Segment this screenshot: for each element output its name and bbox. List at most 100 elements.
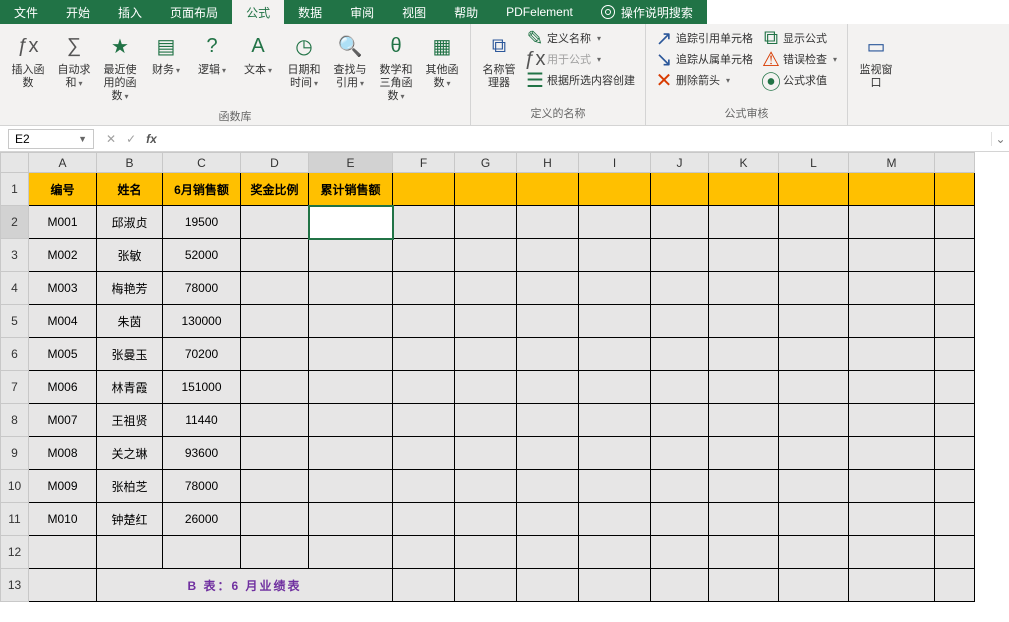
fx-icon[interactable]: fx <box>146 132 157 146</box>
row-header[interactable]: 11 <box>1 503 29 536</box>
cell[interactable] <box>579 569 651 602</box>
cell[interactable]: 编号 <box>29 173 97 206</box>
watch-window-button[interactable]: ▭ 监视窗口 <box>854 28 898 92</box>
cell[interactable] <box>517 272 579 305</box>
cell[interactable] <box>241 503 309 536</box>
cell[interactable] <box>849 338 935 371</box>
cell[interactable] <box>779 272 849 305</box>
cell[interactable] <box>709 239 779 272</box>
cell[interactable]: 钟楚红 <box>97 503 163 536</box>
cell[interactable] <box>241 338 309 371</box>
cell[interactable] <box>579 173 651 206</box>
cell[interactable] <box>309 437 393 470</box>
cell[interactable] <box>849 470 935 503</box>
cell[interactable] <box>779 470 849 503</box>
more-fn-button[interactable]: ▦ 其他函数 <box>420 28 464 92</box>
cell[interactable] <box>455 503 517 536</box>
cell[interactable] <box>579 470 651 503</box>
cell[interactable]: 11440 <box>163 404 241 437</box>
cell[interactable] <box>935 239 975 272</box>
cell[interactable] <box>455 239 517 272</box>
cell[interactable] <box>455 371 517 404</box>
cell[interactable]: 130000 <box>163 305 241 338</box>
tab-insert[interactable]: 插入 <box>104 0 156 24</box>
cell[interactable] <box>29 569 97 602</box>
col-header[interactable]: D <box>241 153 309 173</box>
cell[interactable] <box>393 371 455 404</box>
cell[interactable] <box>849 404 935 437</box>
cell[interactable] <box>455 437 517 470</box>
tab-formulas[interactable]: 公式 <box>232 0 284 24</box>
remove-arrows-button[interactable]: ✕ 删除箭头 <box>652 70 757 90</box>
cell[interactable] <box>935 338 975 371</box>
cell[interactable] <box>709 371 779 404</box>
cell[interactable] <box>651 173 709 206</box>
cell[interactable] <box>579 536 651 569</box>
cell[interactable] <box>579 206 651 239</box>
cell[interactable] <box>849 536 935 569</box>
table-title[interactable]: B 表：6 月业绩表 <box>97 569 393 602</box>
cell[interactable] <box>241 536 309 569</box>
cell[interactable] <box>779 569 849 602</box>
cell[interactable]: M007 <box>29 404 97 437</box>
math-button[interactable]: θ 数学和三角函数 <box>374 28 418 106</box>
cell[interactable] <box>709 173 779 206</box>
cell[interactable] <box>709 470 779 503</box>
cell[interactable] <box>309 503 393 536</box>
cell[interactable]: 张敏 <box>97 239 163 272</box>
cell[interactable] <box>517 173 579 206</box>
cell[interactable] <box>393 305 455 338</box>
tab-view[interactable]: 视图 <box>388 0 440 24</box>
col-header[interactable]: I <box>579 153 651 173</box>
cell[interactable] <box>579 272 651 305</box>
cell[interactable]: M003 <box>29 272 97 305</box>
cell[interactable] <box>779 305 849 338</box>
row-header[interactable]: 12 <box>1 536 29 569</box>
cell[interactable]: 52000 <box>163 239 241 272</box>
worksheet[interactable]: A B C D E F G H I J K L M 1编号姓名6月销售额奖金比例… <box>0 152 1009 622</box>
cell[interactable] <box>163 536 241 569</box>
formula-bar-expand-icon[interactable]: ⌄ <box>991 132 1009 146</box>
cell[interactable] <box>393 404 455 437</box>
cell[interactable] <box>651 536 709 569</box>
col-header[interactable]: C <box>163 153 241 173</box>
cell[interactable] <box>651 272 709 305</box>
cell[interactable] <box>779 404 849 437</box>
cell[interactable] <box>309 338 393 371</box>
cell[interactable] <box>241 272 309 305</box>
col-header[interactable]: G <box>455 153 517 173</box>
cell[interactable] <box>241 470 309 503</box>
cell[interactable] <box>517 338 579 371</box>
cell[interactable] <box>455 206 517 239</box>
cell[interactable]: 19500 <box>163 206 241 239</box>
cell[interactable] <box>97 536 163 569</box>
cell[interactable] <box>849 569 935 602</box>
cell[interactable] <box>517 503 579 536</box>
cell[interactable] <box>393 503 455 536</box>
tab-home[interactable]: 开始 <box>52 0 104 24</box>
cell[interactable]: 张柏芝 <box>97 470 163 503</box>
cell[interactable] <box>935 173 975 206</box>
cell[interactable]: M009 <box>29 470 97 503</box>
cell[interactable]: 王祖贤 <box>97 404 163 437</box>
cell[interactable] <box>651 569 709 602</box>
evaluate-formula-button[interactable]: ⦿ 公式求值 <box>759 70 841 90</box>
cell[interactable] <box>393 437 455 470</box>
cell[interactable]: 奖金比例 <box>241 173 309 206</box>
cell[interactable] <box>849 371 935 404</box>
cell[interactable] <box>651 470 709 503</box>
cell[interactable] <box>517 371 579 404</box>
cell[interactable] <box>455 272 517 305</box>
cell[interactable]: M008 <box>29 437 97 470</box>
cell[interactable] <box>709 272 779 305</box>
cell[interactable] <box>935 272 975 305</box>
datetime-button[interactable]: ◷ 日期和时间 <box>282 28 326 92</box>
cell[interactable] <box>651 338 709 371</box>
cell[interactable]: 林青霞 <box>97 371 163 404</box>
cell[interactable] <box>393 569 455 602</box>
cell[interactable] <box>651 305 709 338</box>
cell[interactable] <box>709 338 779 371</box>
cell[interactable] <box>651 371 709 404</box>
cell[interactable] <box>849 173 935 206</box>
cell[interactable]: 姓名 <box>97 173 163 206</box>
